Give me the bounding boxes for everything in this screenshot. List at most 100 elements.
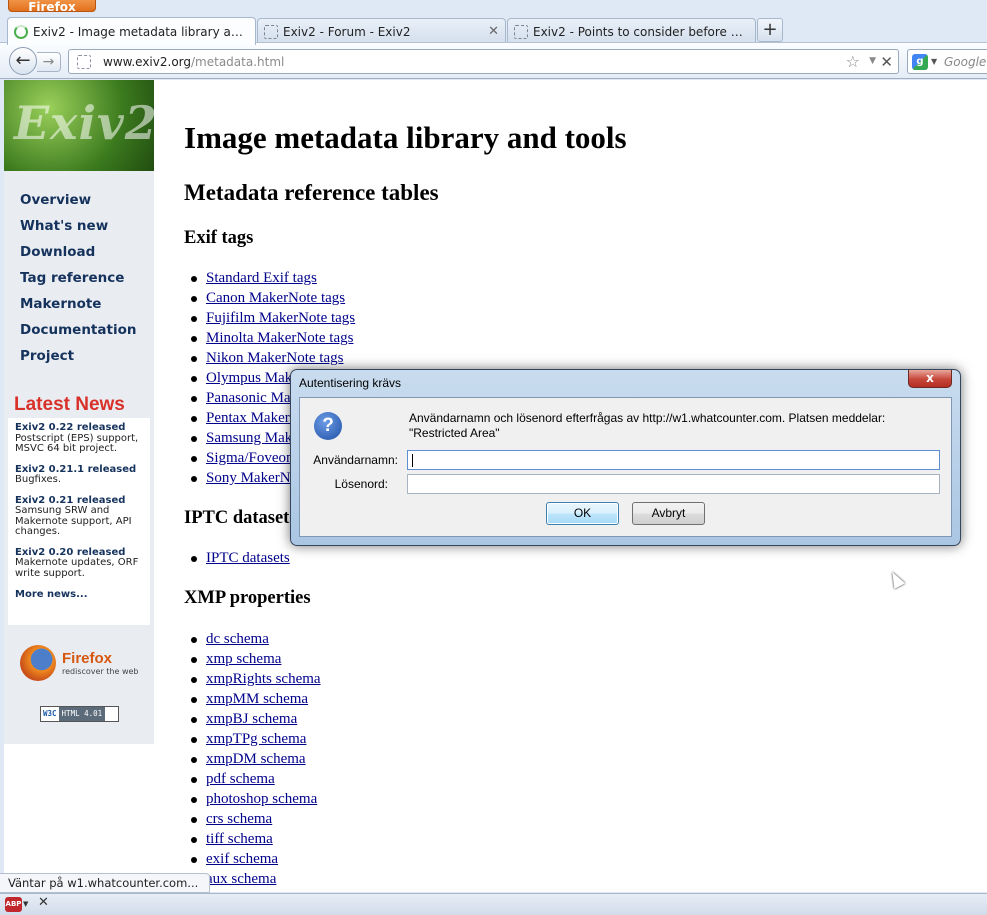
status-text: Väntar på w1.whatcounter.com... [0,873,210,893]
sidebar-item-makernote[interactable]: Makernote [20,296,136,322]
section-heading-exif: Exif tags [184,228,254,248]
question-icon: ? [314,412,342,440]
cancel-button[interactable]: Avbryt [632,502,705,525]
tab-bar: Exiv2 - Image metadata library and to...… [0,12,987,45]
firefox-logo-icon [20,645,56,681]
link-photoshop-schema[interactable]: photoshop schema [206,791,317,807]
w3c-html-badge[interactable]: W3C HTML 4.01 [40,706,119,722]
new-tab-button[interactable]: + [757,18,783,42]
bookmark-star-icon[interactable]: ☆ [846,52,860,71]
link-exif-schema[interactable]: exif schema [206,851,278,867]
forward-button[interactable]: → [37,52,61,72]
list-item: photoshop schema [191,789,321,809]
url-text: www.exiv2.org/metadata.html [103,55,285,69]
sidebar-item-whats-new[interactable]: What's new [20,218,136,244]
adblock-dropdown-icon[interactable]: ▼ [23,900,28,908]
link-nikon-makernote[interactable]: Nikon MakerNote tags [206,350,343,366]
page-title: Image metadata library and tools [184,120,627,155]
latest-news-heading: Latest News [14,394,125,415]
close-tab-icon[interactable]: ✕ [488,24,499,39]
link-aux-schema[interactable]: aux schema [206,871,276,887]
google-search-engine-icon[interactable]: g [912,54,928,70]
link-canon-makernote[interactable]: Canon MakerNote tags [206,290,345,306]
more-news-link[interactable]: More news... [15,589,150,600]
news-title[interactable]: Exiv2 0.21 released [15,495,125,506]
authentication-dialog: Autentisering krävs x ? Användarnamn och… [290,369,961,546]
adblock-plus-icon[interactable]: ABP [5,897,22,912]
list-item: exif schema [191,849,321,869]
news-item: Exiv2 0.22 released Postscript (EPS) supp… [15,422,139,454]
link-crs-schema[interactable]: crs schema [206,811,272,827]
list-item: IPTC datasets [191,548,290,568]
page-subtitle: Metadata reference tables [184,180,439,205]
site-identity-icon[interactable] [77,55,91,69]
link-xmpbj-schema[interactable]: xmpBJ schema [206,711,297,727]
dialog-body: ? Användarnamn och lösenord efterfrågas … [299,397,952,537]
list-item: Fujifilm MakerNote tags [190,308,393,328]
sidebar-item-overview[interactable]: Overview [20,192,136,218]
loading-spinner-icon [14,24,28,39]
tab-exiv2-forum[interactable]: Exiv2 - Forum - Exiv2 ✕ [257,18,506,44]
tab-exiv2-points[interactable]: Exiv2 - Points to consider before posti.… [507,18,756,44]
search-bar[interactable]: g ▼ Google [907,49,987,74]
news-title[interactable]: Exiv2 0.21.1 released [15,464,136,475]
section-heading-xmp: XMP properties [184,588,311,608]
xmp-list: dc schema xmp schema xmpRights schema xm… [191,629,321,889]
text-caret [412,454,413,467]
list-item: xmpTPg schema [191,729,321,749]
list-item: xmpBJ schema [191,709,321,729]
link-standard-exif[interactable]: Standard Exif tags [206,270,317,286]
list-item: Canon MakerNote tags [190,288,393,308]
search-placeholder: Google [944,55,987,69]
list-item: aux schema [191,869,321,889]
link-minolta-makernote[interactable]: Minolta MakerNote tags [206,330,353,346]
dialog-title: Autentisering krävs [299,376,402,390]
username-label: Användarnamn: [313,453,398,467]
stop-icon[interactable]: ✕ [880,53,893,71]
list-item: dc schema [191,629,321,649]
link-iptc-datasets[interactable]: IPTC datasets [206,550,290,566]
dialog-message: Användarnamn och lösenord efterfrågas av… [409,411,886,440]
ok-button[interactable]: OK [546,502,619,525]
link-dc-schema[interactable]: dc schema [206,631,269,647]
link-xmpmm-schema[interactable]: xmpMM schema [206,691,308,707]
back-button[interactable]: ← [9,47,37,75]
list-item: Minolta MakerNote tags [190,328,393,348]
link-xmprights-schema[interactable]: xmpRights schema [206,671,321,687]
tab-exiv2-metadata[interactable]: Exiv2 - Image metadata library and to... [7,17,256,45]
history-dropdown-icon[interactable]: ▼ [869,56,876,66]
firefox-menu-button[interactable]: Firefox [8,0,96,14]
firefox-badge[interactable]: Firefox rediscover the web [20,645,150,685]
link-fujifilm-makernote[interactable]: Fujifilm MakerNote tags [206,310,355,326]
sidebar-item-project[interactable]: Project [20,348,136,374]
news-item: Exiv2 0.21.1 released Bugfixes. [15,463,137,485]
list-item: crs schema [191,809,321,829]
page-icon [264,24,278,39]
news-item: Exiv2 0.21 released Samsung SRW and Maker… [15,494,132,537]
list-item: xmpMM schema [191,689,321,709]
search-engine-dropdown-icon[interactable]: ▼ [931,57,937,66]
navigation-toolbar: ← → www.exiv2.org/metadata.html ☆ ▼ ✕ g … [0,42,987,79]
news-box: Exiv2 0.22 released Postscript (EPS) supp… [8,418,150,625]
sidebar-item-documentation[interactable]: Documentation [20,322,136,348]
link-xmptpg-schema[interactable]: xmpTPg schema [206,731,306,747]
exiv2-logo[interactable]: Exiv2 [4,80,154,171]
list-item: pdf schema [191,769,321,789]
sidebar-item-tag-reference[interactable]: Tag reference [20,270,136,296]
url-bar[interactable]: www.exiv2.org/metadata.html ☆ ▼ ✕ [68,49,899,74]
username-field[interactable] [407,450,940,470]
news-title[interactable]: Exiv2 0.22 released [15,422,125,433]
addon-bar: ABP ▼ ✕ [0,893,987,915]
news-title[interactable]: Exiv2 0.20 released [15,547,125,558]
link-pdf-schema[interactable]: pdf schema [206,771,275,787]
sidebar: Exiv2 Overview What's new Download Tag r… [4,80,154,744]
dialog-close-button[interactable]: x [908,370,952,388]
sidebar-nav: Overview What's new Download Tag referen… [20,192,136,374]
page-icon [514,24,528,39]
link-tiff-schema[interactable]: tiff schema [206,831,273,847]
password-field[interactable] [407,474,940,494]
link-xmp-schema[interactable]: xmp schema [206,651,281,667]
sidebar-item-download[interactable]: Download [20,244,136,270]
close-addon-bar-icon[interactable]: ✕ [38,895,49,910]
link-xmpdm-schema[interactable]: xmpDM schema [206,751,306,767]
